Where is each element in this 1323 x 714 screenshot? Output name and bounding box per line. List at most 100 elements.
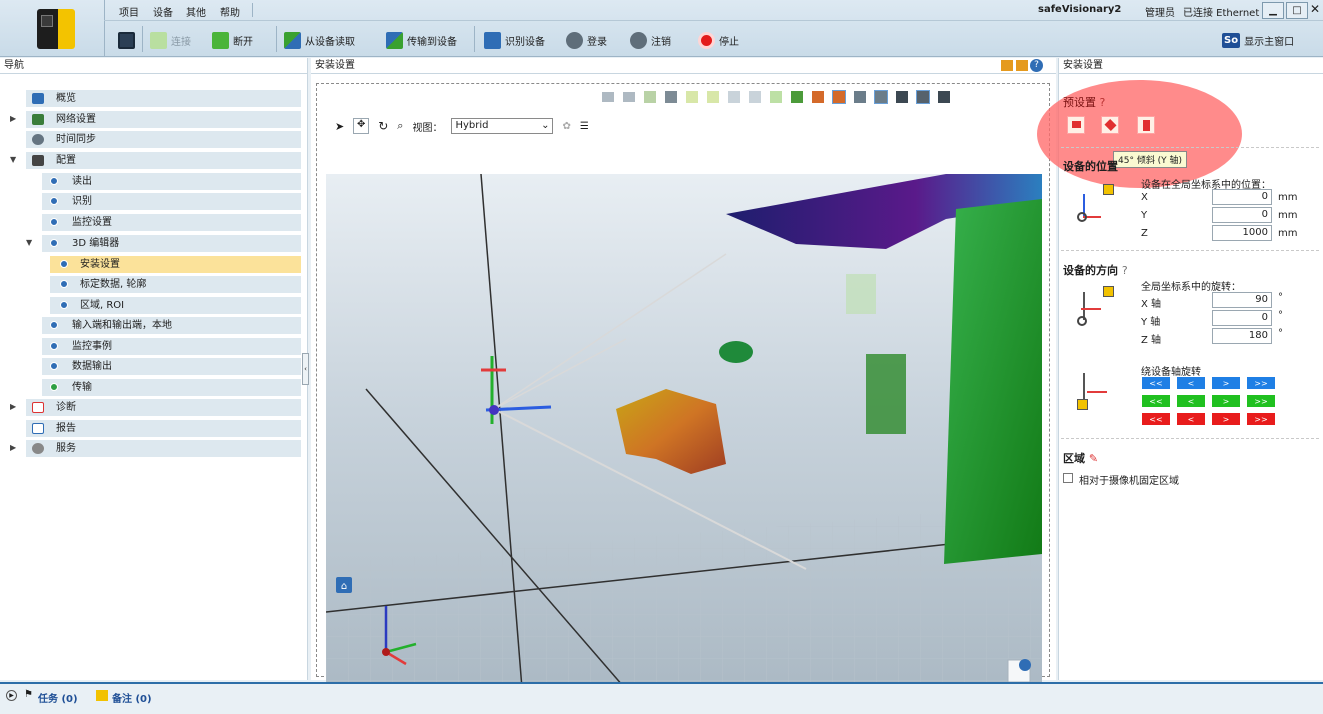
help-icon[interactable]: ? [1030, 59, 1043, 72]
rot-z-fast-right-button[interactable]: >> [1246, 412, 1276, 426]
nav-item-identify[interactable]: 识别 [42, 193, 301, 210]
list-icon[interactable]: ☰ [580, 121, 589, 132]
nav-item-region-roi[interactable]: 区域, ROI [50, 297, 301, 314]
copy-icon[interactable] [728, 91, 740, 103]
rot-z-left-button[interactable]: < [1176, 412, 1206, 426]
point-cloud-icon[interactable] [812, 91, 824, 103]
rot-z-input[interactable]: 180 [1212, 328, 1272, 344]
nav-item-service[interactable]: 服务 [26, 440, 301, 457]
expand-icon[interactable]: ▶ [10, 114, 16, 123]
pos-z-input[interactable]: 1000 [1212, 225, 1272, 241]
rotate-icon[interactable]: ↻ [378, 119, 388, 133]
disconnect-button[interactable]: 断开 [212, 30, 253, 50]
logout-button[interactable]: 注销 [630, 30, 671, 50]
rot-z-right-button[interactable]: > [1211, 412, 1241, 426]
add-shape2-icon[interactable] [707, 91, 719, 103]
menu-device[interactable]: 设备 [153, 4, 173, 19]
nav-item-readout[interactable]: 读出 [42, 173, 301, 190]
settings-alt-icon[interactable] [1016, 60, 1028, 71]
nav-item-io-local[interactable]: 输入端和输出端，本地 [42, 317, 301, 334]
nav-item-config[interactable]: 配置 [26, 152, 301, 169]
save-button[interactable] [118, 30, 135, 50]
rot-x-fast-right-button[interactable]: >> [1246, 376, 1276, 390]
splitter-handle[interactable]: ‹ [302, 353, 309, 385]
expand-status-icon[interactable]: ▶ [6, 690, 17, 701]
fixed-region-checkbox[interactable] [1063, 473, 1073, 483]
nav-label: 数据输出 [72, 361, 112, 372]
menu-help[interactable]: 帮助 [220, 4, 240, 19]
nav-item-monitor-settings[interactable]: 监控设置 [42, 214, 301, 231]
nav-item-time-sync[interactable]: 时间同步 [26, 131, 301, 148]
connect-button[interactable]: 连接 [150, 30, 191, 50]
rot-x-input[interactable]: 90 [1212, 292, 1272, 308]
rot-y-fast-right-button[interactable]: >> [1246, 394, 1276, 408]
nav-item-calibration[interactable]: 标定数据, 轮廓 [50, 276, 301, 293]
minimize-button[interactable]: ▁ [1262, 2, 1284, 19]
rot-x-fast-left-button[interactable]: << [1141, 376, 1171, 390]
pointer-icon[interactable]: ➤ [335, 120, 344, 133]
point-cloud-scene[interactable]: ⌂ [326, 174, 1042, 701]
rot-x-right-button[interactable]: > [1211, 376, 1241, 390]
plane-icon[interactable] [770, 91, 782, 103]
nav-item-data-output[interactable]: 数据输出 [42, 358, 301, 375]
help-icon[interactable]: ? [1122, 264, 1128, 277]
redo-icon[interactable] [623, 92, 635, 102]
rot-y-right-button[interactable]: > [1211, 394, 1241, 408]
pos-x-input[interactable]: 0 [1212, 189, 1272, 205]
measure-active-icon[interactable] [874, 90, 888, 104]
nav-item-transfer[interactable]: 传输 [42, 379, 301, 396]
measure-icon[interactable] [854, 91, 866, 103]
preset-down-button[interactable] [1137, 116, 1155, 134]
nav-item-diagnostics[interactable]: 诊断 [26, 399, 301, 416]
read-from-device-button[interactable]: 从设备读取 [284, 30, 355, 50]
box-view-icon[interactable] [916, 90, 930, 104]
align-icon[interactable] [644, 91, 656, 103]
nav-item-monitor-cases[interactable]: 监控事例 [42, 338, 301, 355]
help-icon[interactable]: ? [1100, 96, 1106, 109]
stop-button[interactable]: 停止 [698, 30, 739, 50]
nav-item-3d-editor[interactable]: 3D 编辑器 [42, 235, 301, 252]
camera-view-icon[interactable] [938, 91, 950, 103]
notes-count[interactable]: 备注 (0) [112, 690, 152, 705]
tasks-count[interactable]: 任务 (0) [38, 690, 78, 705]
pos-y-input[interactable]: 0 [1212, 207, 1272, 223]
rot-z-fast-left-button[interactable]: << [1141, 412, 1171, 426]
rot-y-left-button[interactable]: < [1176, 394, 1206, 408]
nav-item-install-settings[interactable]: 安装设置 [50, 256, 301, 273]
menu-project[interactable]: 项目 [119, 4, 139, 19]
collapse-icon[interactable]: ▼ [10, 155, 16, 164]
delete-icon[interactable] [749, 91, 761, 103]
solid-view-icon[interactable] [896, 91, 908, 103]
point-cloud-active-icon[interactable] [832, 90, 846, 104]
add-shape-icon[interactable] [686, 91, 698, 103]
login-button[interactable]: 登录 [566, 30, 607, 50]
wrench-icon[interactable] [665, 91, 677, 103]
disconnect-icon [212, 31, 229, 49]
nav-item-network[interactable]: 网络设置 [26, 111, 301, 128]
preset-horizontal-button[interactable] [1067, 116, 1085, 134]
zoom-icon[interactable]: ⌕ [397, 119, 403, 133]
identify-device-button[interactable]: 识别设备 [484, 30, 545, 50]
pan-icon[interactable]: ✥ [353, 118, 370, 134]
menu-other[interactable]: 其他 [186, 4, 206, 19]
expand-icon[interactable]: ▶ [10, 402, 16, 411]
nav-item-overview[interactable]: 概览 [26, 90, 301, 107]
maximize-button[interactable]: □ [1286, 2, 1308, 19]
3d-viewport[interactable]: ➤ ✥ ↻ ⌕ 视图： Hybrid ⌄ ✿ ☰ ⌂ [316, 83, 1050, 701]
preset-tilt45-button[interactable] [1101, 116, 1119, 134]
rot-y-fast-left-button[interactable]: << [1141, 394, 1171, 408]
plane2-icon[interactable] [791, 91, 803, 103]
transfer-to-device-button[interactable]: 传输到设备 [386, 30, 457, 50]
rot-x-left-button[interactable]: < [1176, 376, 1206, 390]
nav-item-report[interactable]: 报告 [26, 420, 301, 437]
palette-icon[interactable]: ✿ [562, 121, 570, 132]
undo-icon[interactable] [602, 92, 614, 102]
settings-icon[interactable] [1001, 60, 1013, 71]
collapse-icon[interactable]: ▼ [26, 238, 32, 247]
key-logout-icon [630, 31, 647, 49]
show-main-window-button[interactable]: So 显示主窗口 [1222, 30, 1294, 50]
rot-y-input[interactable]: 0 [1212, 310, 1272, 326]
close-button[interactable]: ✕ [1310, 2, 1320, 16]
expand-icon[interactable]: ▶ [10, 443, 16, 452]
view-select[interactable]: Hybrid ⌄ [451, 118, 554, 134]
